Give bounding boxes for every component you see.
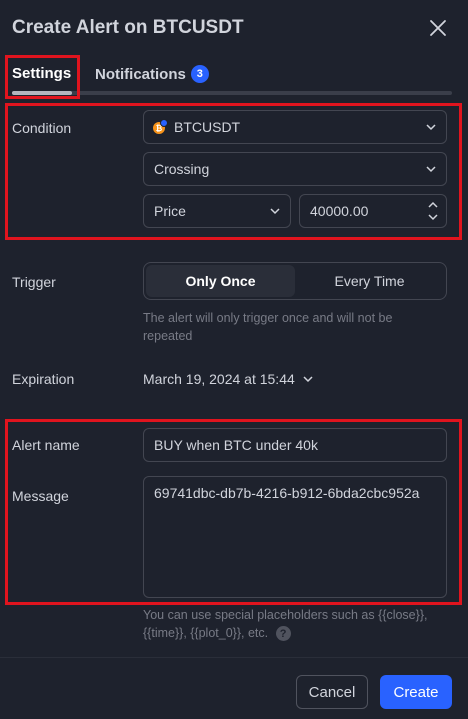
message-textarea[interactable]: 69741dbc-db7b-4216-b912-6bda2cbc952a [143, 476, 447, 598]
trigger-option-only-once[interactable]: Only Once [146, 265, 295, 297]
value-type-select[interactable]: Price [143, 194, 291, 228]
chevron-down-icon [303, 376, 313, 383]
chevron-down-icon [426, 124, 436, 131]
footer-divider [0, 657, 468, 658]
close-icon [430, 20, 446, 36]
price-value-input[interactable]: 40000.00 [299, 194, 447, 228]
trigger-hint-line: The alert will only trigger once and wil… [143, 311, 393, 325]
message-hint-line-2: {{time}}, {{plot_0}}, etc. ? [143, 624, 427, 642]
symbol-value: BTCUSDT [174, 119, 241, 135]
operator-value: Crossing [154, 161, 210, 177]
symbol-select[interactable]: ₿ BTCUSDT [143, 110, 447, 144]
chevron-down-icon [270, 208, 280, 215]
trigger-hint: The alert will only trigger once and wil… [143, 309, 392, 345]
tab-bar: Settings Notifications 3 [12, 62, 452, 96]
message-hint-line: {{time}}, {{plot_0}}, etc. [143, 626, 269, 640]
tab-settings[interactable]: Settings [12, 65, 71, 82]
dialog-title: Create Alert on BTCUSDT [12, 17, 244, 38]
trigger-option-every-time[interactable]: Every Time [295, 265, 444, 297]
tab-active-indicator [12, 91, 72, 95]
message-hint-line: You can use special placeholders such as… [143, 608, 428, 622]
value-type-value: Price [154, 203, 186, 219]
bitcoin-icon: ₿ [152, 119, 168, 135]
tab-notifications-label: Notifications [95, 65, 186, 83]
tab-track [12, 91, 452, 95]
trigger-hint-line: repeated [143, 329, 193, 343]
create-alert-dialog: Create Alert on BTCUSDT Settings Notific… [0, 0, 468, 719]
help-icon[interactable]: ? [275, 626, 291, 642]
alert-name-input[interactable]: BUY when BTC under 40k [143, 428, 447, 462]
tab-notifications[interactable]: Notifications 3 [95, 65, 209, 83]
trigger-label: Trigger [12, 274, 56, 290]
expiration-label: Expiration [12, 371, 75, 387]
create-button[interactable]: Create [380, 675, 452, 709]
message-label: Message [12, 488, 69, 504]
cancel-button[interactable]: Cancel [296, 675, 368, 709]
price-value: 40000.00 [310, 203, 369, 219]
operator-select[interactable]: Crossing [143, 152, 447, 186]
message-hint: You can use special placeholders such as… [143, 606, 427, 642]
alert-name-label: Alert name [12, 437, 80, 453]
trigger-toggle-group: Only Once Every Time [143, 262, 447, 300]
condition-label: Condition [12, 120, 72, 136]
chevron-down-icon [426, 166, 436, 173]
tab-settings-label: Settings [12, 65, 72, 82]
close-button[interactable] [424, 14, 452, 42]
notifications-count-badge: 3 [190, 65, 209, 83]
stepper-arrows-icon[interactable] [426, 198, 440, 224]
expiration-value: March 19, 2024 at 15:44 [143, 371, 295, 387]
expiration-picker[interactable]: March 19, 2024 at 15:44 [143, 371, 315, 387]
